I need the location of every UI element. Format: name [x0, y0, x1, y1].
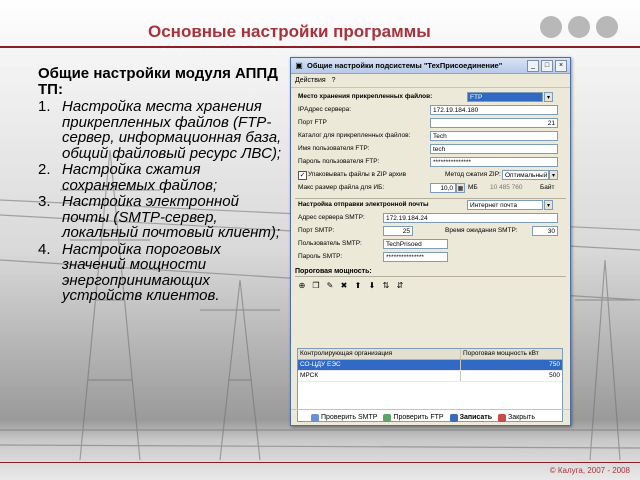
- minimize-icon[interactable]: _: [527, 59, 539, 72]
- dialog-footer: Проверить SMTP Проверить FTP Записать За…: [291, 409, 570, 425]
- copy-icon[interactable]: ❐: [311, 281, 321, 291]
- slide-title: Основные настройки программы: [148, 22, 431, 41]
- check-ftp-button[interactable]: Проверить FTP: [383, 413, 444, 422]
- catalog-row: Каталог для прикрепленных файлов: Tech: [295, 130, 566, 143]
- catalog-label: Каталог для прикрепленных файлов:: [298, 132, 411, 139]
- calculator-icon[interactable]: ▦: [456, 183, 465, 193]
- catalog-field[interactable]: Tech: [430, 131, 558, 141]
- close-button[interactable]: Закрыть: [498, 413, 535, 422]
- smtp-port-row: Порт SMTP: 25 Время ожидания SMTP: 30: [295, 225, 566, 238]
- email-select[interactable]: Интернет почта: [467, 200, 543, 210]
- chevron-down-icon[interactable]: ▾: [544, 92, 553, 102]
- maxsize-row: Макс размер файла для ИБ: 10,0 ▦ МБ 10 4…: [295, 182, 566, 195]
- ftp-port-row: Порт FTP 21: [295, 117, 566, 130]
- delete-icon[interactable]: ✖: [339, 281, 349, 291]
- ip-field[interactable]: 172.19.184.180: [430, 105, 558, 115]
- chevron-down-icon[interactable]: ▾: [549, 170, 558, 180]
- list-item: 3. Настройка электронной почты (SMTP-серв…: [38, 193, 281, 241]
- maxsize-field[interactable]: 10,0: [430, 183, 456, 193]
- maxsize-unit: МБ: [468, 184, 478, 191]
- menu-help[interactable]: ?: [332, 77, 336, 84]
- smtp-user-label: Пользователь SMTP:: [298, 240, 362, 247]
- ftp-user-row: Имя пользователя FTP: tech: [295, 143, 566, 156]
- smtp-pass-row: Пароль SMTP: ***************: [295, 251, 566, 264]
- smtp-wait-field[interactable]: 30: [532, 226, 558, 236]
- cell-org: МРСК: [298, 371, 461, 381]
- move-down-icon[interactable]: ⬇: [367, 281, 377, 291]
- smtp-field[interactable]: 172.19.184.24: [383, 213, 558, 223]
- ip-row: IPАдрес сервера: 172.19.184.180: [295, 104, 566, 117]
- zip-label: Упаковывать файлы в ZIP архив: [308, 171, 407, 178]
- settings-dialog: ▣ Общие настройки подсистемы "ТехПрисоед…: [290, 57, 571, 426]
- email-row: Настройка отправки электронной почты Инт…: [295, 198, 566, 212]
- smtp-row: Адрес сервера SMTP: 172.19.184.24: [295, 212, 566, 225]
- storage-row: Место хранения прикрепленных файлов: FTP…: [295, 91, 566, 104]
- move-up-icon[interactable]: ⬆: [353, 281, 363, 291]
- column-header-power[interactable]: Пороговая мощность кВт: [461, 349, 562, 359]
- save-button[interactable]: Записать: [449, 413, 492, 422]
- maxsize-bytes: 10 485 760: [490, 184, 523, 191]
- table-header: Контролирующая организация Пороговая мощ…: [298, 349, 562, 360]
- footer-divider: [0, 462, 640, 463]
- close-icon: [498, 413, 507, 422]
- dialog-menubar: Действия ?: [291, 74, 570, 88]
- zip-row: ✓ Упаковывать файлы в ZIP архив Метод сж…: [295, 169, 566, 182]
- smtp-pass-field[interactable]: ***************: [383, 252, 448, 262]
- cell-power: 500: [549, 372, 560, 379]
- ftp-user-field[interactable]: tech: [430, 144, 558, 154]
- menu-actions[interactable]: Действия: [295, 77, 326, 84]
- mail-icon: [311, 413, 319, 422]
- threshold-toolbar: ⊕ ❐ ✎ ✖ ⬆ ⬇ ⇅ ⇵: [297, 279, 564, 293]
- column-header-org[interactable]: Контролирующая организация: [298, 349, 461, 359]
- sort-desc-icon[interactable]: ⇵: [395, 281, 405, 291]
- close-icon[interactable]: ×: [555, 59, 567, 72]
- zip-method-select[interactable]: Оптимальный: [502, 170, 549, 180]
- sort-asc-icon[interactable]: ⇅: [381, 281, 391, 291]
- maxsize-label: Макс размер файла для ИБ:: [298, 184, 385, 191]
- ftp-port-label: Порт FTP: [298, 119, 327, 126]
- edit-icon[interactable]: ✎: [325, 281, 335, 291]
- dialog-title: Общие настройки подсистемы "ТехПрисоедин…: [307, 61, 503, 70]
- cell-power: 750: [549, 361, 560, 368]
- app-icon: ▣: [295, 60, 303, 70]
- bytes-unit: Байт: [540, 184, 555, 191]
- add-icon[interactable]: ⊕: [297, 281, 307, 291]
- zip-method-label: Метод сжатия ZIP:: [445, 171, 501, 178]
- ftp-pass-row: Пароль пользователя FTP: ***************: [295, 156, 566, 169]
- storage-label: Место хранения прикрепленных файлов:: [298, 93, 433, 100]
- dialog-titlebar: ▣ Общие настройки подсистемы "ТехПрисоед…: [291, 58, 570, 74]
- chevron-down-icon[interactable]: ▾: [544, 200, 553, 210]
- ip-label: IPАдрес сервера:: [298, 106, 352, 113]
- email-label: Настройка отправки электронной почты: [298, 201, 429, 208]
- cell-org: СО-ЦДУ ЕЭС: [298, 360, 461, 370]
- threshold-label: Пороговая мощность:: [295, 268, 566, 277]
- zip-checkbox[interactable]: ✓: [298, 171, 307, 180]
- save-icon: [449, 413, 458, 422]
- ftp-pass-label: Пароль пользователя FTP:: [298, 158, 380, 165]
- list-item: 1. Настройка места хранения прикрепленных…: [38, 98, 282, 162]
- ftp-port-field[interactable]: 21: [430, 118, 558, 128]
- list-item: 2. Настройка сжатия сохраняемых файлов;: [38, 161, 218, 194]
- storage-select[interactable]: FTP: [467, 92, 543, 102]
- server-icon: [383, 413, 392, 422]
- description-heading: Общие настройки модуля АППД ТП:: [38, 65, 278, 98]
- list-item: 4. Настройка пороговых значений мощности …: [38, 240, 221, 304]
- maximize-icon[interactable]: □: [541, 59, 553, 72]
- check-smtp-button[interactable]: Проверить SMTP: [311, 413, 377, 422]
- copyright-text: © Калуга, 2007 - 2008: [549, 466, 630, 475]
- title-divider: [0, 46, 640, 48]
- smtp-label: Адрес сервера SMTP:: [298, 214, 365, 221]
- smtp-pass-label: Пароль SMTP:: [298, 253, 343, 260]
- table-row[interactable]: МРСК 500: [298, 371, 562, 382]
- smtp-port-field[interactable]: 25: [383, 226, 413, 236]
- smtp-wait-label: Время ожидания SMTP:: [445, 227, 518, 234]
- ftp-user-label: Имя пользователя FTP:: [298, 145, 370, 152]
- smtp-port-label: Порт SMTP:: [298, 227, 335, 234]
- ftp-pass-field[interactable]: ***************: [430, 157, 558, 167]
- table-row[interactable]: СО-ЦДУ ЕЭС 750: [298, 360, 562, 371]
- smtp-user-field[interactable]: TechPrisoed: [383, 239, 448, 249]
- smtp-user-row: Пользователь SMTP: TechPrisoed: [295, 238, 566, 251]
- settings-description: Общие настройки модуля АППД ТП: 1. Настро…: [38, 66, 283, 304]
